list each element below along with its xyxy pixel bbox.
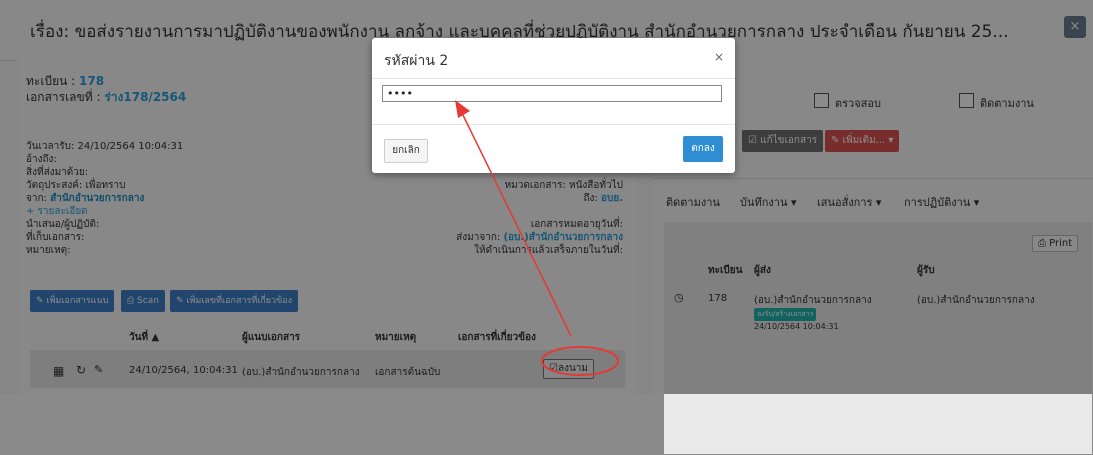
dialog-divider [372,78,735,79]
ok-button[interactable]: ตกลง [683,136,723,162]
password-dialog: รหัสผ่าน 2 × •••• ยกเลิก ตกลง [372,38,735,173]
dialog-title: รหัสผ่าน 2 [384,53,449,69]
password-input[interactable]: •••• [382,85,722,102]
cancel-button[interactable]: ยกเลิก [384,139,428,163]
dialog-divider [372,124,735,125]
close-icon[interactable]: × [714,50,724,64]
